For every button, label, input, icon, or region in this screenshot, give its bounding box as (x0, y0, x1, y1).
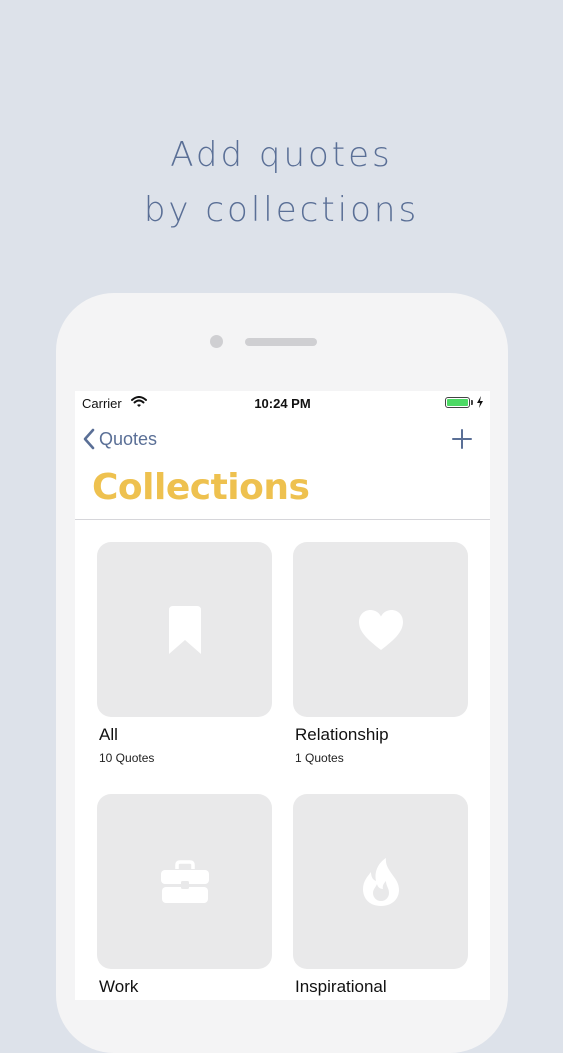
charging-bolt-icon (476, 396, 484, 411)
battery-level (447, 399, 468, 406)
status-time: 10:24 PM (254, 396, 311, 411)
collection-tile (97, 794, 272, 969)
collection-card-relationship[interactable]: Relationship 1 Quotes (293, 542, 468, 765)
add-collection-button[interactable] (450, 427, 474, 451)
battery-icon (445, 397, 470, 408)
phone-screen: Carrier 10:24 PM Quotes Collections All … (75, 391, 490, 1000)
collection-tile (293, 794, 468, 969)
collection-name: Work (99, 977, 139, 996)
collection-name: Inspirational (295, 977, 387, 996)
flame-icon (362, 857, 399, 906)
back-button[interactable]: Quotes (83, 425, 157, 453)
collection-card-work[interactable]: Work (97, 794, 272, 1000)
collection-name: Relationship (295, 725, 389, 744)
chevron-left-icon (83, 428, 95, 450)
header-divider (75, 519, 490, 520)
promo-line-2: by collections (143, 190, 420, 230)
camera-dot (210, 335, 223, 348)
plus-icon (452, 429, 472, 449)
collection-card-all[interactable]: All 10 Quotes (97, 542, 272, 765)
promo-headline: Add quotes by collections (0, 128, 563, 238)
briefcase-icon (160, 859, 209, 903)
collection-tile (293, 542, 468, 717)
battery-cap (471, 400, 473, 405)
heart-icon (358, 609, 403, 650)
speaker-grille (245, 338, 317, 346)
collection-name: All (99, 725, 118, 744)
promo-line-1: Add quotes (170, 135, 393, 175)
status-bar: Carrier 10:24 PM (75, 391, 490, 415)
navigation-bar: Quotes (75, 423, 490, 455)
collection-card-inspirational[interactable]: Inspirational (293, 794, 468, 1000)
collection-count: 10 Quotes (99, 751, 155, 765)
collection-count: 1 Quotes (295, 751, 344, 765)
collection-tile (97, 542, 272, 717)
page-title: Collections (92, 467, 310, 508)
bookmark-icon (168, 605, 201, 654)
back-button-label: Quotes (99, 428, 158, 449)
